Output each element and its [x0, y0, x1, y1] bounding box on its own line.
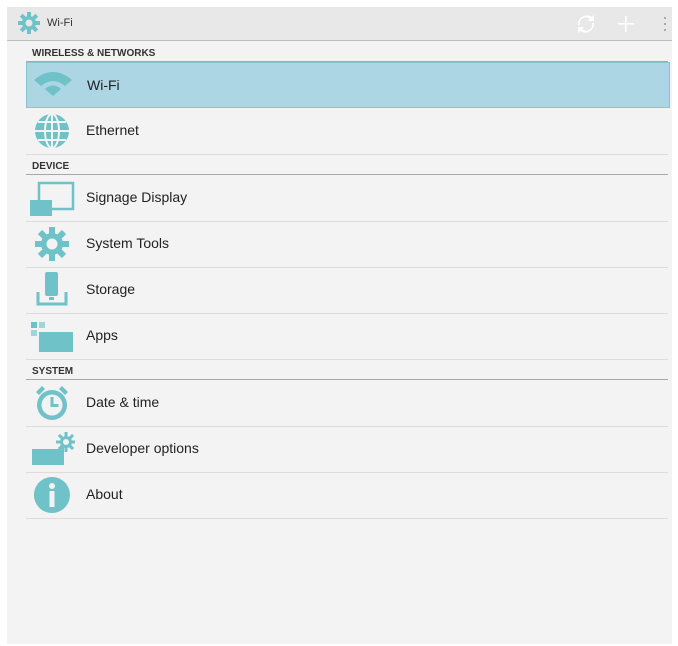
developer-options-icon — [29, 429, 75, 469]
settings-screen: Wi-Fi WIRELESS & NETWORKS Wi-Fi Ethernet… — [7, 7, 672, 644]
item-label: About — [86, 486, 123, 502]
item-label: Storage — [86, 281, 136, 297]
apps-icon — [29, 316, 75, 356]
section-header-system: SYSTEM — [26, 360, 668, 380]
settings-item-wifi[interactable]: Wi-Fi — [26, 62, 670, 108]
clock-icon — [29, 383, 75, 423]
item-label: Signage Display — [86, 189, 188, 205]
gear-icon — [29, 224, 75, 264]
action-bar-title: Wi-Fi — [47, 17, 73, 29]
overflow-menu-icon[interactable] — [661, 13, 669, 35]
section-title: WIRELESS & NETWORKS — [32, 48, 156, 59]
info-icon — [29, 475, 75, 515]
display-icon — [29, 178, 75, 218]
item-label: Ethernet — [86, 122, 139, 138]
settings-item-signage-display[interactable]: Signage Display — [26, 175, 668, 222]
item-label: System Tools — [86, 235, 169, 251]
item-label: Wi-Fi — [87, 77, 120, 93]
action-bar: Wi-Fi — [7, 7, 672, 41]
storage-icon — [29, 270, 75, 310]
item-label: Date & time — [86, 394, 160, 410]
settings-item-storage[interactable]: Storage — [26, 267, 668, 314]
section-title: SYSTEM — [32, 366, 74, 377]
item-label: Developer options — [86, 440, 199, 456]
settings-item-about[interactable]: About — [26, 472, 668, 519]
section-title: DEVICE — [32, 161, 70, 172]
globe-icon — [29, 111, 75, 151]
wifi-icon — [30, 66, 76, 106]
item-label: Apps — [86, 327, 118, 343]
scan-icon[interactable] — [575, 13, 597, 35]
settings-item-date-time[interactable]: Date & time — [26, 380, 668, 427]
settings-item-system-tools[interactable]: System Tools — [26, 221, 668, 268]
section-header-wireless: WIRELESS & NETWORKS — [26, 41, 668, 62]
section-header-device: DEVICE — [26, 155, 668, 175]
settings-item-apps[interactable]: Apps — [26, 313, 668, 360]
settings-item-developer-options[interactable]: Developer options — [26, 426, 668, 473]
gear-icon[interactable] — [17, 11, 41, 35]
add-icon[interactable] — [615, 13, 637, 35]
settings-item-ethernet[interactable]: Ethernet — [26, 108, 668, 155]
